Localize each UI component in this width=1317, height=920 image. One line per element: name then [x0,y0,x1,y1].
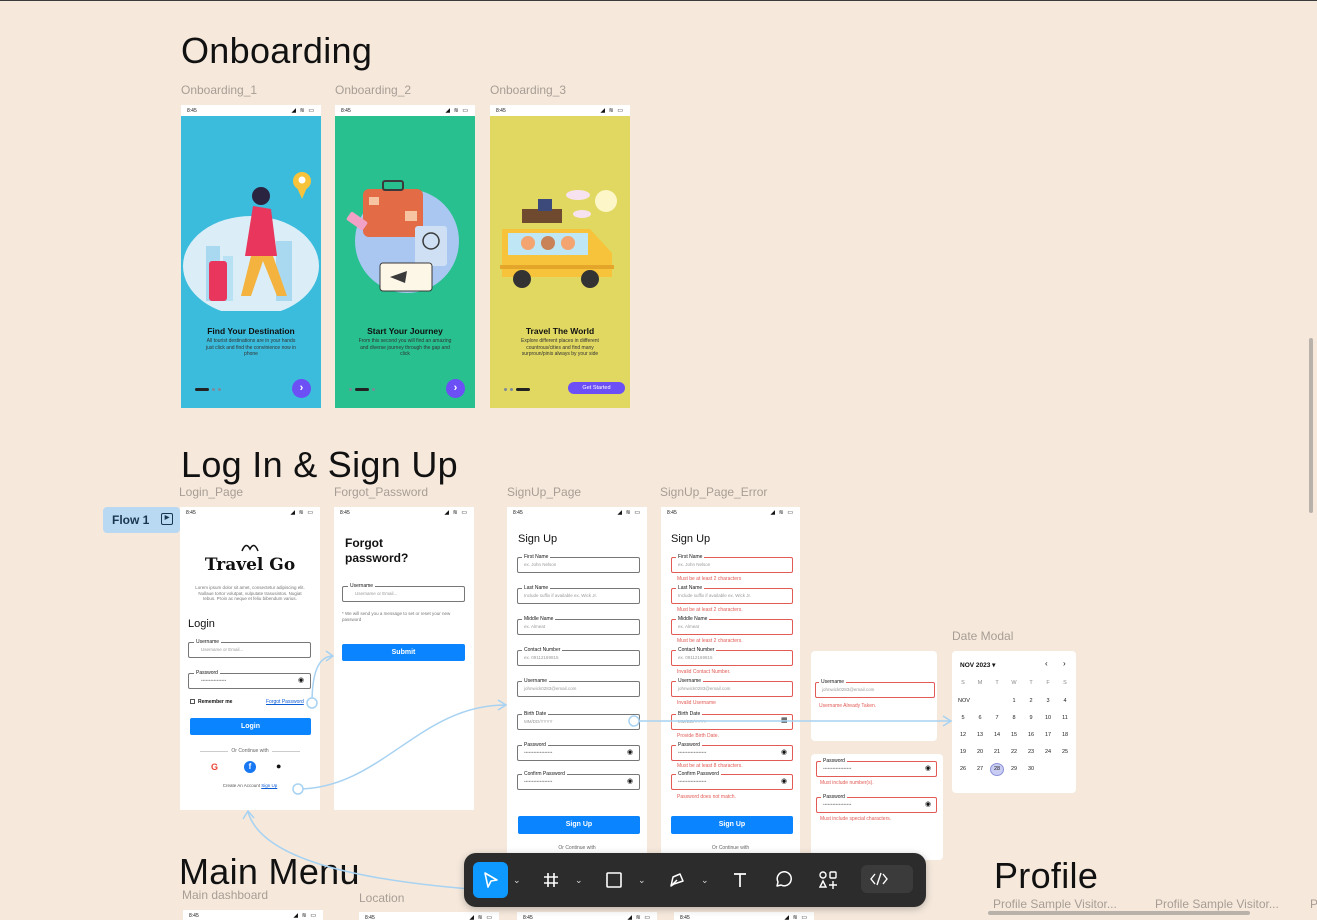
pen-tool-menu[interactable]: ⌄ [701,875,709,886]
signup-connector [297,704,506,790]
comment-tool[interactable] [769,862,799,898]
move-tool-menu[interactable]: ⌄ [513,875,521,886]
prototype-connectors [242,650,953,890]
frame-tool[interactable] [536,862,566,898]
back-connector [247,811,471,890]
frame-icon [544,873,558,887]
move-tool[interactable] [473,862,508,898]
forgot-connector [311,655,334,704]
text-icon [734,873,746,887]
screen-frame-3[interactable]: 8:45 ◢ ≋ ▭ [517,912,657,920]
status-bar: 8:45 ◢ ≋ ▭ [365,915,493,920]
actions-tool[interactable] [813,862,843,898]
rectangle-icon [606,872,622,888]
vertical-scrollbar[interactable] [1309,338,1313,513]
status-bar: 8:45 ◢ ≋ ▭ [523,915,651,920]
pen-tool[interactable] [662,862,692,898]
comment-icon [776,871,792,887]
screen-frame-4[interactable]: 8:45 ◢ ≋ ▭ [674,912,814,920]
shape-tool-menu[interactable]: ⌄ [638,875,646,886]
horizontal-scrollbar[interactable] [988,911,1250,915]
status-bar: 8:45 ◢ ≋ ▭ [189,913,317,919]
frame-tool-menu[interactable]: ⌄ [575,875,583,886]
status-bar: 8:45 ◢ ≋ ▭ [680,915,808,920]
code-icon [870,872,888,886]
dev-mode-toggle[interactable] [861,865,913,893]
bottom-toolbar: ⌄ ⌄ ⌄ ⌄ [464,853,926,907]
cursor-icon [483,872,498,888]
text-tool[interactable] [725,862,755,898]
shape-tool[interactable] [599,862,629,898]
main-dashboard-frame[interactable]: 8:45 ◢ ≋ ▭ [183,910,323,920]
pen-icon [670,873,684,887]
location-frame[interactable]: 8:45 ◢ ≋ ▭ [359,912,499,920]
actions-icon [818,871,837,889]
